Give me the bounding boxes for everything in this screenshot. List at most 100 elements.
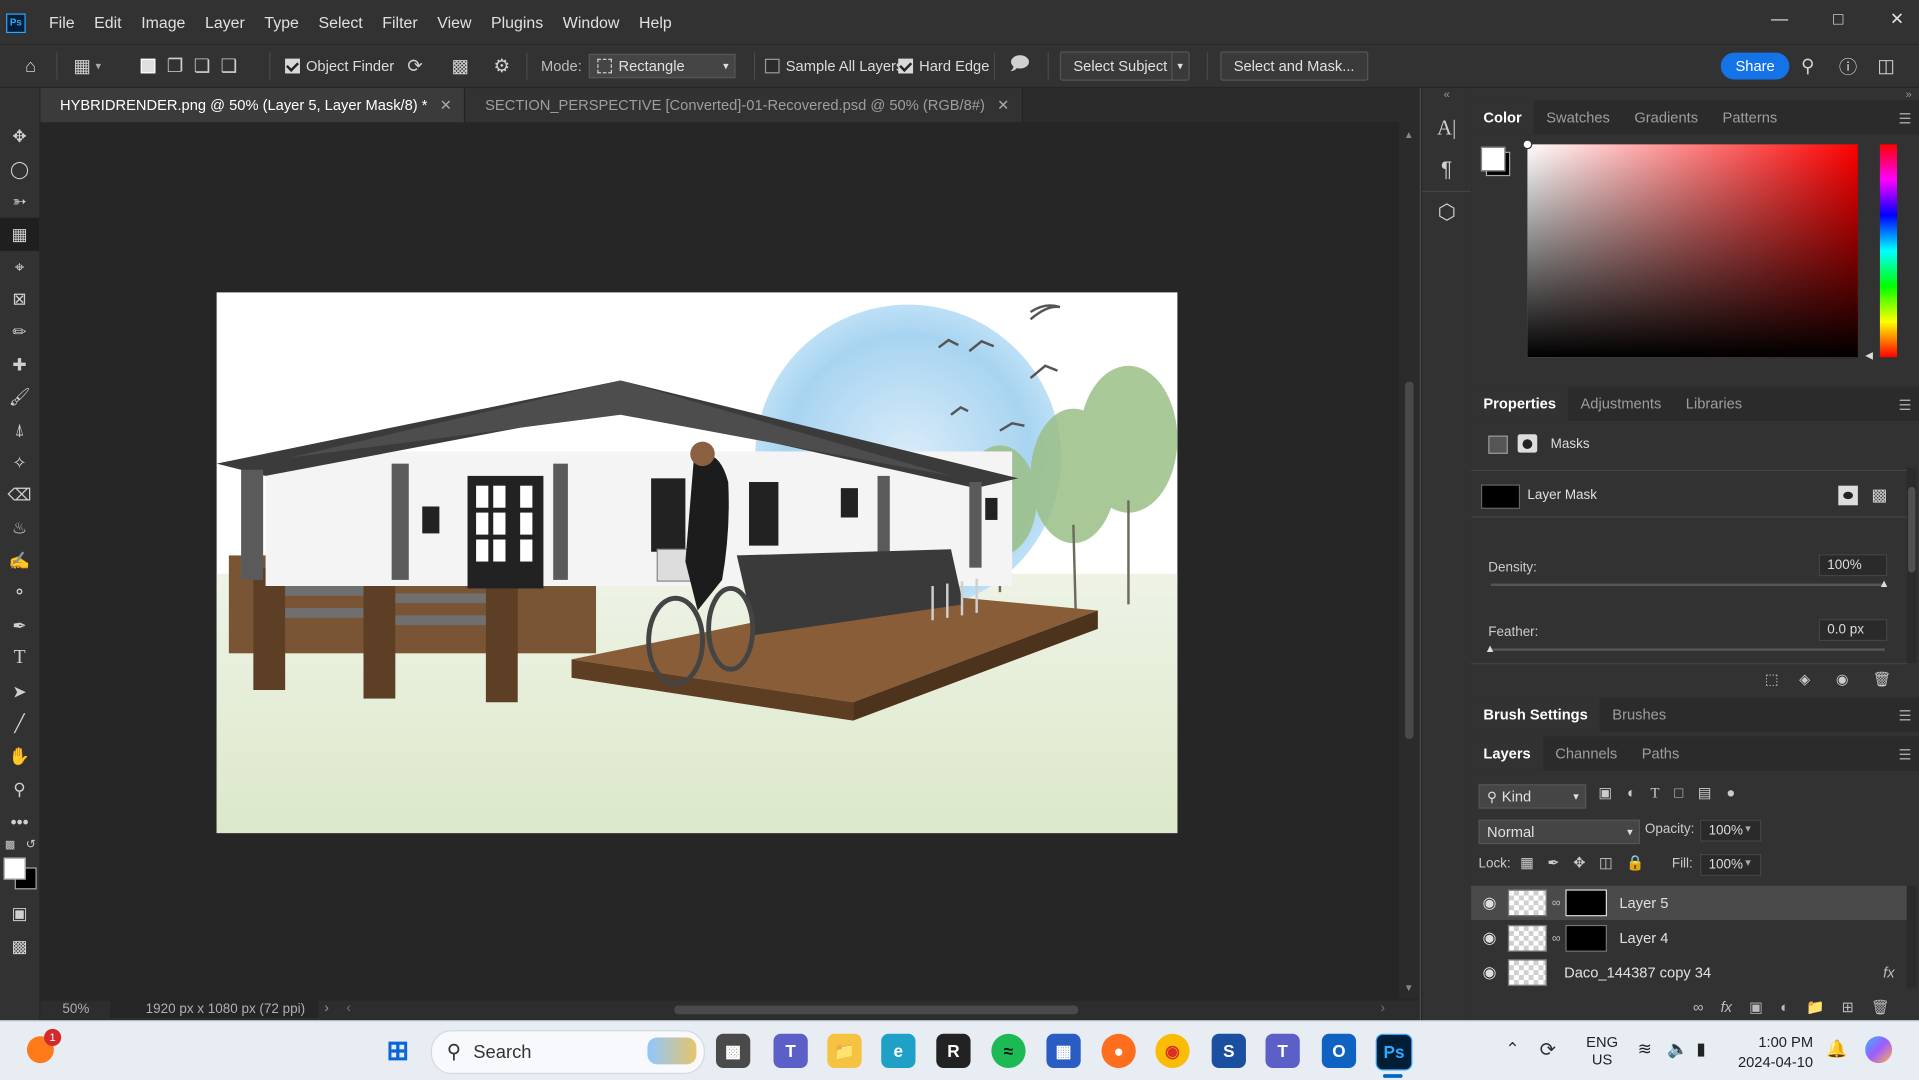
type-filter-icon[interactable]: T: [1651, 784, 1660, 802]
pen-tool-icon[interactable]: ✒: [0, 610, 39, 643]
speech-bubble-icon[interactable]: 🗩: [1006, 53, 1033, 80]
chevron-down-icon[interactable]: ▾: [1745, 856, 1751, 869]
swap-colors-icon[interactable]: ↺: [26, 838, 36, 851]
home-icon[interactable]: ⌂: [17, 53, 44, 80]
close-tab-icon[interactable]: ✕: [440, 97, 452, 114]
pixel-mask-icon[interactable]: [1488, 435, 1508, 454]
tab-swatches[interactable]: Swatches: [1534, 100, 1622, 134]
3d-panel-icon[interactable]: ⬡: [1422, 190, 1472, 234]
tab-adjustments[interactable]: Adjustments: [1568, 387, 1673, 421]
brush-tool-icon[interactable]: 🖌: [0, 381, 39, 414]
lock-all-icon[interactable]: 🔒: [1626, 854, 1644, 871]
add-mask-icon[interactable]: ▣: [1749, 998, 1763, 1015]
menu-window[interactable]: Window: [553, 13, 629, 31]
zoom-level[interactable]: 50%: [62, 1002, 89, 1017]
document-info[interactable]: 1920 px x 1080 px (72 ppi): [146, 1002, 305, 1017]
layer-row-layer-4[interactable]: ◉ ∞ Layer 4: [1471, 921, 1907, 955]
wifi-icon[interactable]: ≋: [1638, 1039, 1652, 1060]
hard-edge-checkbox[interactable]: [898, 58, 914, 74]
tab-brush-settings[interactable]: Brush Settings: [1471, 697, 1601, 732]
layer-mask-icon[interactable]: [1517, 434, 1538, 453]
widget-icon[interactable]: 1: [26, 1028, 62, 1064]
add-to-selection-icon[interactable]: ❐: [162, 53, 189, 80]
link-icon[interactable]: ∞: [1552, 932, 1561, 945]
gear-icon[interactable]: ⚙: [488, 53, 515, 80]
eye-icon[interactable]: ◉: [1471, 893, 1508, 913]
lock-transparency-icon[interactable]: ▦: [1520, 854, 1534, 871]
layer-name[interactable]: Layer 4: [1619, 930, 1668, 947]
layer-name[interactable]: Layer 5: [1619, 894, 1668, 911]
smart-object-filter-icon[interactable]: ▤: [1698, 784, 1712, 802]
expand-icon[interactable]: »: [1906, 88, 1912, 100]
panel-menu-icon[interactable]: ☰: [1899, 110, 1912, 127]
collapse-icon[interactable]: «: [1422, 88, 1471, 108]
file-explorer-icon[interactable]: 📁: [827, 1033, 862, 1069]
menu-plugins[interactable]: Plugins: [481, 13, 553, 31]
rhino-icon[interactable]: R: [936, 1033, 971, 1069]
feather-value[interactable]: 0.0 px: [1818, 619, 1888, 642]
object-selection-tool-preset-icon[interactable]: ▦: [69, 53, 96, 80]
chevron-down-icon[interactable]: ▾: [1745, 822, 1751, 835]
refresh-icon[interactable]: ⟳: [401, 53, 428, 80]
paint-bucket-tool-icon[interactable]: ♨: [0, 512, 39, 545]
layers-scrollbar[interactable]: [1906, 885, 1917, 989]
lasso-tool-icon[interactable]: ➳: [0, 185, 39, 218]
volume-icon[interactable]: 🔈: [1667, 1039, 1688, 1060]
dodge-tool-icon[interactable]: ⚬: [0, 577, 39, 610]
clock[interactable]: 1:00 PM 2024-04-10: [1738, 1033, 1813, 1072]
clone-stamp-tool-icon[interactable]: ⍋: [0, 414, 39, 447]
line-tool-icon[interactable]: ╱: [0, 708, 39, 741]
character-panel-icon[interactable]: A|: [1422, 108, 1471, 150]
feather-slider[interactable]: ▲: [1485, 643, 1885, 654]
menu-select[interactable]: Select: [309, 13, 373, 31]
subtract-from-selection-icon[interactable]: ❏: [188, 53, 215, 80]
tab-brushes[interactable]: Brushes: [1600, 697, 1678, 731]
layer-name[interactable]: Daco_144387 copy 34: [1564, 964, 1711, 981]
vertical-scrollbar[interactable]: ▲ ▼: [1398, 122, 1420, 999]
tab-properties[interactable]: Properties: [1471, 386, 1569, 421]
firefox-icon[interactable]: ●: [1101, 1033, 1136, 1069]
add-style-icon[interactable]: fx: [1721, 998, 1732, 1015]
shape-filter-icon[interactable]: □: [1674, 784, 1683, 802]
vector-mask-icon[interactable]: ▩: [1871, 484, 1887, 505]
layer-mask-thumbnail[interactable]: [1565, 924, 1608, 952]
sample-all-layers-checkbox[interactable]: [764, 58, 780, 74]
more-tools-icon[interactable]: •••: [0, 806, 39, 839]
mode-dropdown[interactable]: Rectangle ▾: [589, 53, 737, 79]
healing-brush-tool-icon[interactable]: ✚: [0, 348, 39, 381]
sync-icon[interactable]: ⟳: [1540, 1037, 1556, 1061]
frame-tool-icon[interactable]: ⊠: [0, 283, 39, 316]
menu-layer[interactable]: Layer: [195, 13, 254, 31]
chevron-right-icon[interactable]: ›: [324, 1001, 328, 1016]
close-icon[interactable]: ✕: [1868, 0, 1919, 37]
tab-libraries[interactable]: Libraries: [1674, 387, 1755, 421]
scroll-down-icon[interactable]: ▼: [1404, 982, 1414, 993]
maximize-icon[interactable]: □: [1809, 0, 1868, 37]
filter-toggle-icon[interactable]: ●: [1726, 784, 1735, 802]
feather-slider-handle[interactable]: ▲: [1485, 643, 1496, 655]
tab-patterns[interactable]: Patterns: [1710, 100, 1789, 134]
chevron-up-icon[interactable]: ⌃: [1505, 1039, 1519, 1060]
document-tab-section-perspective[interactable]: SECTION_PERSPECTIVE [Converted]-01-Recov…: [465, 88, 1023, 123]
default-colors-icon[interactable]: ▩: [5, 838, 15, 851]
hue-slider-handle[interactable]: ◀: [1865, 350, 1873, 361]
eraser-tool-icon[interactable]: ⌫: [0, 479, 39, 512]
move-tool-icon[interactable]: ✥: [0, 120, 39, 153]
close-tab-icon[interactable]: ✕: [997, 97, 1009, 114]
marquee-tool-icon[interactable]: ◯: [0, 153, 39, 186]
teams-icon[interactable]: T: [773, 1033, 808, 1069]
lock-pixels-icon[interactable]: ✒: [1547, 854, 1559, 871]
density-slider-handle[interactable]: ▲: [1879, 578, 1890, 590]
select-mask-icon[interactable]: [1838, 485, 1858, 506]
layer-mask-thumbnail[interactable]: [1565, 889, 1608, 917]
tab-gradients[interactable]: Gradients: [1622, 100, 1710, 134]
horizontal-scroll-thumb[interactable]: [674, 1005, 1079, 1015]
notification-bell-icon[interactable]: 🔔: [1826, 1039, 1847, 1060]
history-brush-tool-icon[interactable]: ✧: [0, 446, 39, 479]
paragraph-panel-icon[interactable]: ¶: [1422, 149, 1471, 191]
layer-row-layer-5[interactable]: ◉ ∞ Layer 5: [1471, 885, 1907, 920]
trash-icon[interactable]: 🗑: [1871, 998, 1890, 1015]
fill-value[interactable]: 100%: [1699, 853, 1762, 876]
windows-start-icon[interactable]: ⊞: [381, 1034, 415, 1068]
apply-mask-icon[interactable]: ◈: [1799, 670, 1810, 687]
